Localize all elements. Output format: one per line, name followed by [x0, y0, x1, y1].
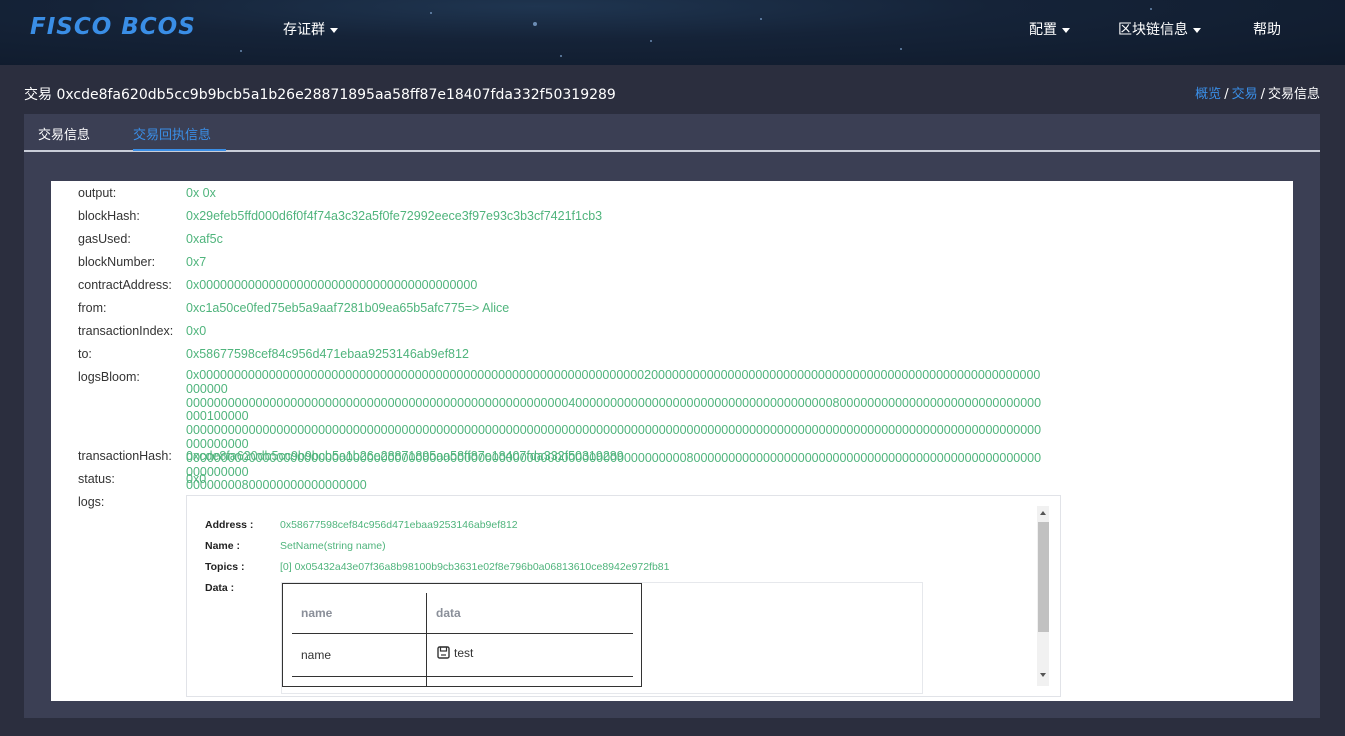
field-value: 0x00000000000000000000000000000000000000…: [186, 278, 478, 292]
scrollbar-thumb[interactable]: [1038, 522, 1049, 632]
table-cell-name: name: [301, 648, 332, 662]
field-value: 0xaf5c: [186, 232, 223, 246]
log-name-value: SetName(string name): [280, 540, 386, 552]
log-topics-label: Topics :: [205, 561, 245, 573]
logsbloom-line: 0x00000000000000000000000000000000000000…: [186, 368, 1041, 396]
caret-down-icon: [1193, 27, 1201, 33]
page-title: 交易 0xcde8fa620db5cc9b9bcb5a1b26e28871895…: [24, 87, 616, 103]
logsbloom-line: 00000000800000000000000000: [186, 478, 367, 493]
field-key: transactionIndex:: [78, 324, 174, 338]
field-key: transactionHash:: [78, 449, 172, 463]
nav-chain-menu[interactable]: 区块链信息: [1118, 19, 1201, 39]
breadcrumb-transactions[interactable]: 交易: [1232, 87, 1258, 102]
breadcrumb-separator: /: [1224, 87, 1229, 102]
breadcrumb-overview[interactable]: 概览: [1195, 87, 1221, 102]
active-tab-indicator: [133, 149, 226, 151]
field-key: logsBloom:: [78, 370, 140, 384]
log-data-container: name data name test: [281, 582, 923, 694]
table-header-data: data: [436, 606, 461, 620]
log-name-label: Name :: [205, 540, 241, 552]
field-key: blockHash:: [78, 209, 140, 223]
nav-group-menu[interactable]: 存证群: [283, 19, 338, 39]
fisco-bcos-logo[interactable]: FISCO BCOS: [30, 14, 196, 40]
nav-chain-label: 区块链信息: [1118, 22, 1188, 38]
log-address-value: 0x58677598cef84c956d471ebaa9253146ab9ef8…: [280, 519, 518, 531]
logs-scrollbar[interactable]: [1037, 506, 1049, 686]
field-value: 0x7: [186, 255, 207, 269]
log-data-label: Data :: [205, 582, 235, 594]
logsbloom-line: 0000000000000000000000000000000000000000…: [186, 395, 1042, 424]
table-cell-data-text: test: [454, 646, 474, 660]
field-key: from:: [78, 301, 107, 315]
log-address-label: Address :: [205, 519, 254, 531]
field-value: 0x 0x: [186, 186, 216, 200]
background-star: [560, 55, 562, 57]
field-key: gasUsed:: [78, 232, 131, 246]
breadcrumb-separator: /: [1260, 87, 1265, 102]
background-star: [1150, 8, 1152, 10]
table-header-divider: [292, 633, 633, 634]
caret-down-icon: [330, 27, 338, 33]
logsbloom-line: 0000000000000000000000000000000000000000…: [186, 423, 1042, 451]
tab-bar: 交易信息 交易回执信息: [24, 114, 1320, 152]
background-star: [430, 12, 432, 14]
caret-down-icon: [1062, 27, 1070, 33]
table-header-name: name: [301, 606, 333, 620]
transaction-panel: 交易信息 交易回执信息 output: 0x 0x blockHash: 0x2…: [24, 114, 1320, 718]
nav-group-label: 存证群: [283, 22, 325, 38]
breadcrumb-current: 交易信息: [1267, 87, 1320, 102]
breadcrumb: 概览 / 交易 / 交易信息: [1195, 83, 1320, 102]
nav-help[interactable]: 帮助: [1253, 19, 1281, 39]
field-value: 0x29efeb5ffd000d6f0f4f74a3c32a5f0fe72992…: [186, 209, 603, 223]
field-key: to:: [78, 347, 92, 361]
field-value: 0x58677598cef84c956d471ebaa9253146ab9ef8…: [186, 347, 469, 361]
field-value: 0x0: [186, 472, 207, 486]
field-value: 0xc1a50ce0fed75eb5a9aaf7281b09ea65b5afc7…: [186, 301, 510, 315]
background-star: [760, 18, 762, 20]
nav-config-menu[interactable]: 配置: [1029, 19, 1070, 39]
background-star: [650, 40, 652, 42]
logs-box[interactable]: Address : 0x58677598cef84c956d471ebaa925…: [186, 495, 1061, 697]
field-key: output:: [78, 186, 117, 200]
field-key: status:: [78, 472, 115, 486]
table-column-divider: [426, 593, 427, 686]
field-value: 0x0: [186, 324, 207, 338]
tab-receipt-info[interactable]: 交易回执信息: [133, 124, 211, 143]
table-cell-data: test: [437, 646, 473, 660]
logsbloom-value: 0x0 0000000000000000000000000000000000000…: [186, 368, 1046, 493]
background-star: [533, 22, 537, 26]
scroll-down-arrow-icon[interactable]: [1040, 673, 1046, 677]
field-key: contractAddress:: [78, 278, 172, 292]
receipt-content: output: 0x 0x blockHash: 0x29efeb5ffd000…: [51, 181, 1293, 701]
save-icon[interactable]: [437, 646, 450, 659]
log-data-table: name data name test: [282, 583, 642, 687]
top-navbar: FISCO BCOS 存证群 配置 区块链信息 帮助: [0, 0, 1345, 65]
tab-transaction-info[interactable]: 交易信息: [38, 124, 90, 143]
field-key: logs:: [78, 495, 105, 509]
nav-config-label: 配置: [1029, 22, 1057, 38]
log-topics-value: [0] 0x05432a43e07f36a8b98100b9cb3631e02f…: [280, 561, 670, 573]
table-row-divider: [292, 676, 633, 677]
background-star: [900, 48, 902, 50]
background-star: [240, 50, 242, 52]
field-value: 0xcde8fa620db5cc9b9bcb5a1b26e28871895aa5…: [186, 449, 624, 463]
scroll-up-arrow-icon[interactable]: [1040, 511, 1046, 515]
field-key: blockNumber:: [78, 255, 156, 269]
